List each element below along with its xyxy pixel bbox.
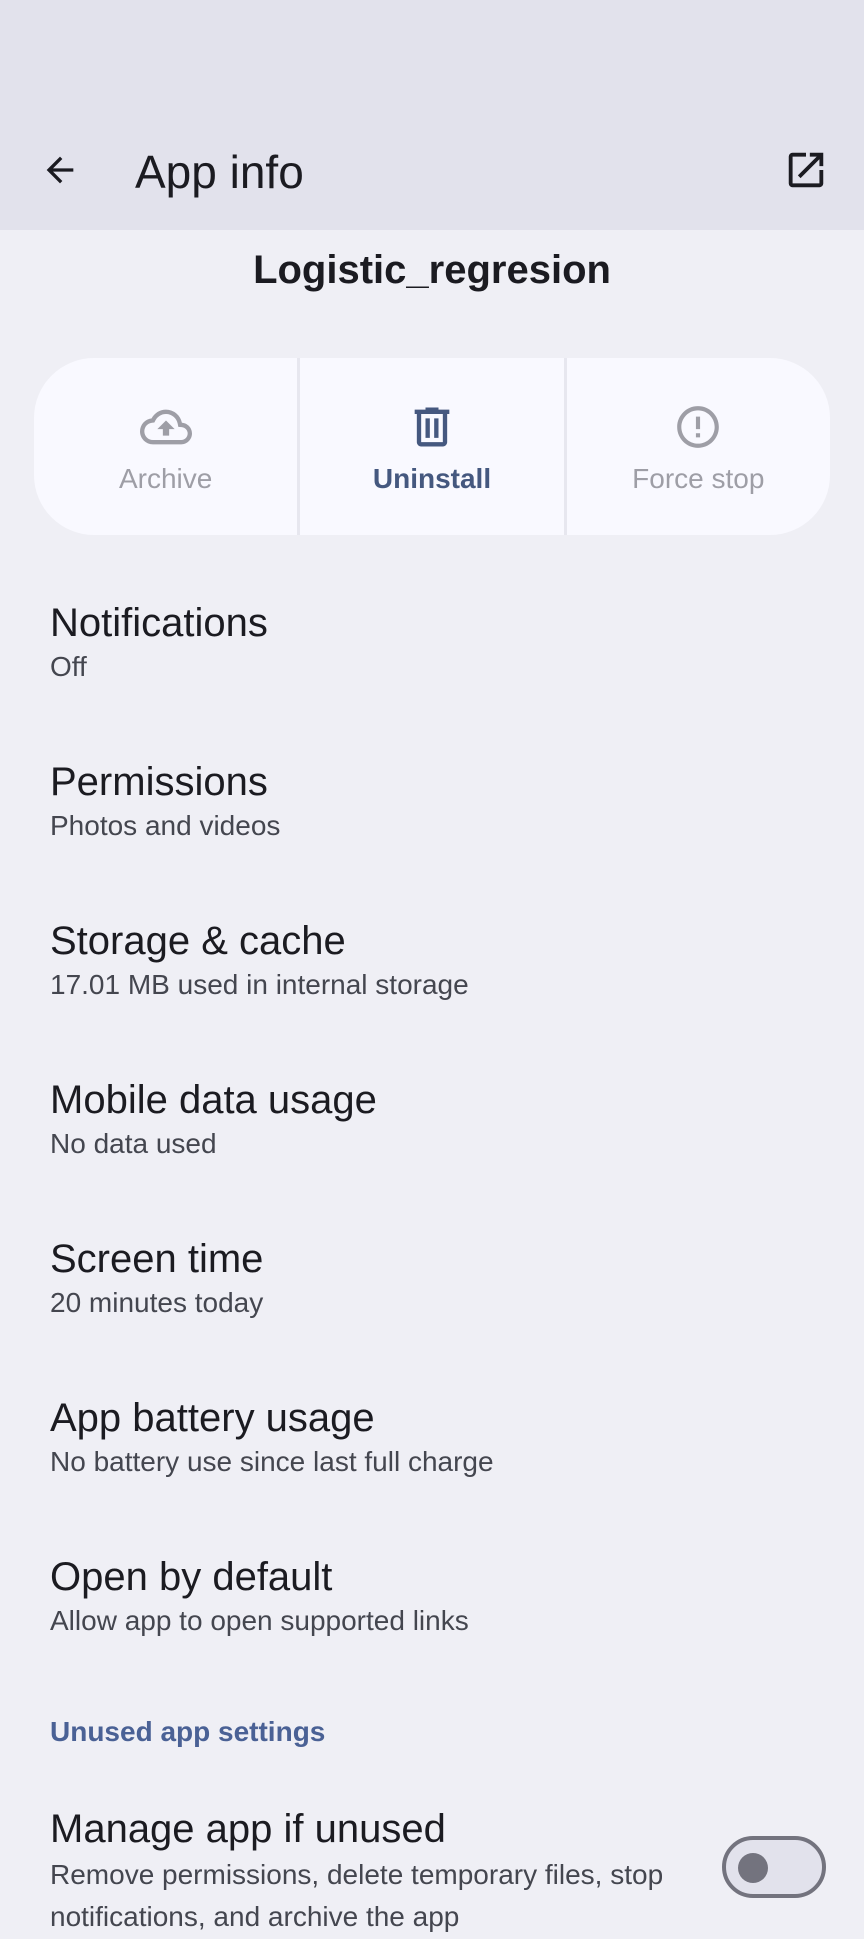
- manage-unused-toggle[interactable]: [722, 1836, 826, 1898]
- list-item-manage-if-unused[interactable]: Manage app if unused Remove permissions,…: [0, 1790, 864, 1939]
- action-bar: Archive Uninstall Force stop: [34, 358, 830, 535]
- arrow-back-icon: [46, 156, 74, 184]
- back-button[interactable]: [30, 140, 90, 200]
- open-app-button[interactable]: [776, 140, 836, 200]
- list-item-subtitle: Remove permissions, delete temporary fil…: [50, 1859, 664, 1932]
- force-stop-button[interactable]: Force stop: [563, 358, 830, 535]
- list-item-subtitle: 20 minutes today: [50, 1287, 264, 1318]
- list-item-battery[interactable]: App battery usage No battery use since l…: [0, 1375, 864, 1525]
- list-item-title: App battery usage: [50, 1396, 375, 1440]
- uninstall-label: Uninstall: [372, 462, 492, 494]
- list-item-storage[interactable]: Storage & cache 17.01 MB used in interna…: [0, 898, 864, 1048]
- app-bar: App info: [0, 115, 864, 230]
- alert-circle-icon: [668, 397, 728, 457]
- status-bar: [0, 0, 864, 115]
- app-name: Logistic_regresion: [253, 248, 611, 292]
- list-item-title: Permissions: [50, 760, 268, 804]
- list-item-title: Manage app if unused: [50, 1807, 446, 1851]
- page-title: App info: [135, 146, 304, 198]
- section-header-unused: Unused app settings: [50, 1716, 326, 1747]
- archive-label: Archive: [118, 462, 213, 494]
- list-item-open-by-default[interactable]: Open by default Allow app to open suppor…: [0, 1534, 864, 1684]
- list-item-title: Open by default: [50, 1555, 333, 1599]
- list-item-title: Mobile data usage: [50, 1078, 377, 1122]
- list-item-subtitle: Allow app to open supported links: [50, 1605, 469, 1636]
- list-item-subtitle: Off: [50, 651, 87, 682]
- list-item-subtitle: Photos and videos: [50, 810, 281, 841]
- list-item-subtitle: No battery use since last full charge: [50, 1446, 494, 1477]
- list-item-subtitle: No data used: [50, 1128, 217, 1159]
- list-item-mobile-data[interactable]: Mobile data usage No data used: [0, 1057, 864, 1207]
- cloud-upload-icon: [136, 397, 196, 457]
- force-stop-label: Force stop: [632, 462, 765, 494]
- list-item-screen-time[interactable]: Screen time 20 minutes today: [0, 1216, 864, 1366]
- open-in-new-icon: [788, 152, 824, 188]
- list-item-title: Notifications: [50, 601, 268, 645]
- list-item-permissions[interactable]: Permissions Photos and videos: [0, 739, 864, 889]
- list-item-title: Storage & cache: [50, 919, 346, 963]
- trash-icon: [402, 397, 462, 457]
- list-item-title: Screen time: [50, 1237, 264, 1281]
- toggle-knob: [738, 1853, 768, 1883]
- list-item-notifications[interactable]: Notifications Off: [0, 580, 864, 730]
- archive-button[interactable]: Archive: [34, 358, 297, 535]
- uninstall-button[interactable]: Uninstall: [297, 358, 563, 535]
- list-item-subtitle: 17.01 MB used in internal storage: [50, 969, 469, 1000]
